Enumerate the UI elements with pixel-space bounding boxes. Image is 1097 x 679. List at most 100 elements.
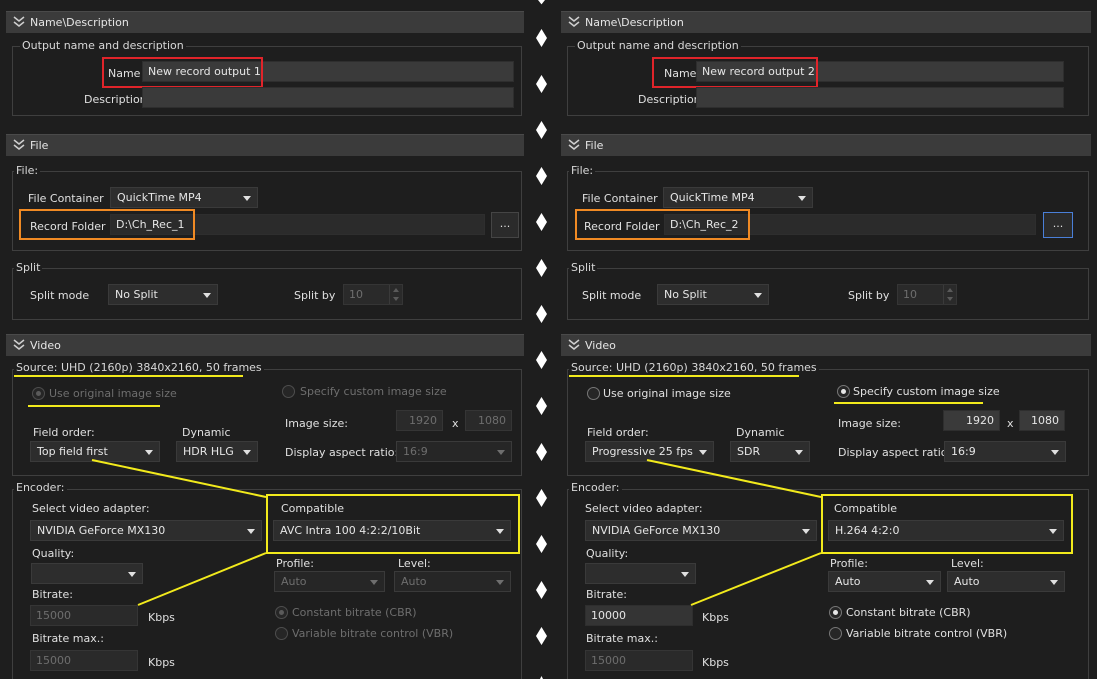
dynamic-label: Dynamic <box>736 426 785 439</box>
kbps-label-2: Kbps <box>148 656 175 669</box>
field-order-select[interactable]: Top field first <box>30 441 160 462</box>
file-container-select[interactable]: QuickTime MP4 <box>110 187 258 208</box>
dynamic-select[interactable]: HDR HLG <box>176 441 258 462</box>
record-folder-highlight <box>575 209 750 240</box>
kbps-label: Kbps <box>702 611 729 624</box>
adapter-select[interactable]: NVIDIA GeForce MX130 <box>30 520 262 541</box>
spin-arrows-icon[interactable] <box>943 285 956 304</box>
section-header-name[interactable]: Name\Description <box>6 11 524 33</box>
section-header-video[interactable]: Video <box>561 334 1091 356</box>
dropdown-arrow-icon <box>699 450 707 455</box>
quality-label: Quality: <box>586 547 629 560</box>
specify-custom-radio[interactable] <box>282 385 295 398</box>
dropdown-arrow-icon <box>243 196 251 201</box>
level-select[interactable]: Auto <box>947 571 1065 592</box>
collapse-chevron-icon <box>13 139 25 150</box>
split-by-label: Split by <box>294 289 336 302</box>
bitrate-label: Bitrate: <box>586 588 627 601</box>
split-mode-select[interactable]: No Split <box>108 284 218 305</box>
description-input[interactable] <box>696 87 1064 108</box>
dynamic-label: Dynamic <box>182 426 231 439</box>
image-width-input[interactable]: 1920 <box>396 410 443 431</box>
field-order-select[interactable]: Progressive 25 fps <box>585 441 714 462</box>
aspect-ratio-select[interactable]: 16:9 <box>396 441 512 462</box>
profile-label: Profile: <box>276 557 314 570</box>
aspect-ratio-label: Display aspect ratio: <box>838 446 952 459</box>
split-group-title: Split <box>569 261 598 274</box>
browse-button[interactable]: ... <box>1043 212 1073 238</box>
bitrate-max-input[interactable]: 15000 <box>30 650 138 671</box>
split-by-spinbox[interactable]: 10 <box>897 284 957 305</box>
cbr-radio[interactable] <box>829 606 842 619</box>
use-original-underline <box>28 405 160 407</box>
dropdown-arrow-icon <box>128 572 136 577</box>
section-title: Name\Description <box>585 16 684 29</box>
profile-select[interactable]: Auto <box>274 571 385 592</box>
use-original-radio[interactable] <box>587 387 600 400</box>
compatible-highlight <box>821 494 1073 554</box>
spin-arrows-icon[interactable] <box>389 285 402 304</box>
dropdown-arrow-icon <box>795 450 803 455</box>
description-input[interactable] <box>142 87 514 108</box>
level-select[interactable]: Auto <box>394 571 511 592</box>
section-header-video[interactable]: Video <box>6 334 524 356</box>
bitrate-input[interactable]: 10000 <box>585 605 693 626</box>
output-group-title: Output name and description <box>575 39 741 52</box>
kbps-label-2: Kbps <box>702 656 729 669</box>
vbr-radio[interactable] <box>829 627 842 640</box>
use-original-radio[interactable] <box>32 387 45 400</box>
profile-label: Profile: <box>830 557 868 570</box>
browse-button[interactable]: ... <box>491 212 519 238</box>
vbr-radio[interactable] <box>275 627 288 640</box>
zigzag-divider <box>528 0 555 679</box>
bitrate-label: Bitrate: <box>32 588 73 601</box>
dropdown-arrow-icon <box>247 529 255 534</box>
description-label: Description <box>638 93 701 106</box>
cbr-label: Constant bitrate (CBR) <box>846 606 971 619</box>
dropdown-arrow-icon <box>243 450 251 455</box>
output-group-title: Output name and description <box>20 39 186 52</box>
section-title: Name\Description <box>30 16 129 29</box>
section-header-file[interactable]: File <box>6 134 524 156</box>
adapter-select[interactable]: NVIDIA GeForce MX130 <box>585 520 817 541</box>
split-mode-label: Split mode <box>582 289 642 302</box>
image-height-input[interactable]: 1080 <box>465 410 512 431</box>
record-folder-highlight <box>19 209 195 240</box>
encoder-group-title: Encoder: <box>569 481 622 494</box>
section-header-file[interactable]: File <box>561 134 1091 156</box>
file-container-label: File Container <box>582 192 658 205</box>
bitrate-max-input[interactable]: 15000 <box>585 650 693 671</box>
file-group-title: File: <box>569 164 596 177</box>
dropdown-arrow-icon <box>145 450 153 455</box>
file-container-select[interactable]: QuickTime MP4 <box>663 187 813 208</box>
level-label: Level: <box>951 557 984 570</box>
specify-custom-underline <box>834 402 983 404</box>
dropdown-arrow-icon <box>798 196 806 201</box>
split-group-title: Split <box>14 261 43 274</box>
section-header-name[interactable]: Name\Description <box>561 11 1091 33</box>
dropdown-arrow-icon <box>802 529 810 534</box>
image-width-input[interactable]: 1920 <box>943 410 1000 431</box>
times-label: x <box>452 417 459 430</box>
bitrate-input[interactable]: 15000 <box>30 605 138 626</box>
split-by-label: Split by <box>848 289 890 302</box>
cbr-radio[interactable] <box>275 606 288 619</box>
file-container-label: File Container <box>28 192 104 205</box>
aspect-ratio-select[interactable]: 16:9 <box>944 441 1066 462</box>
split-mode-select[interactable]: No Split <box>657 284 769 305</box>
quality-select[interactable] <box>31 563 143 584</box>
quality-select[interactable] <box>585 563 696 584</box>
image-height-input[interactable]: 1080 <box>1019 410 1065 431</box>
dynamic-select[interactable]: SDR <box>730 441 810 462</box>
vbr-label: Variable bitrate control (VBR) <box>292 627 454 640</box>
section-title: File <box>30 139 49 152</box>
source-label: Source: UHD (2160p) 3840x2160, 50 frames <box>14 361 264 374</box>
collapse-chevron-icon <box>568 139 580 150</box>
encoder-group-title: Encoder: <box>14 481 67 494</box>
compatible-highlight <box>266 494 520 554</box>
specify-custom-radio[interactable] <box>837 385 850 398</box>
split-by-spinbox[interactable]: 10 <box>343 284 403 305</box>
section-title: Video <box>585 339 616 352</box>
field-order-label: Field order: <box>587 426 649 439</box>
profile-select[interactable]: Auto <box>828 571 941 592</box>
